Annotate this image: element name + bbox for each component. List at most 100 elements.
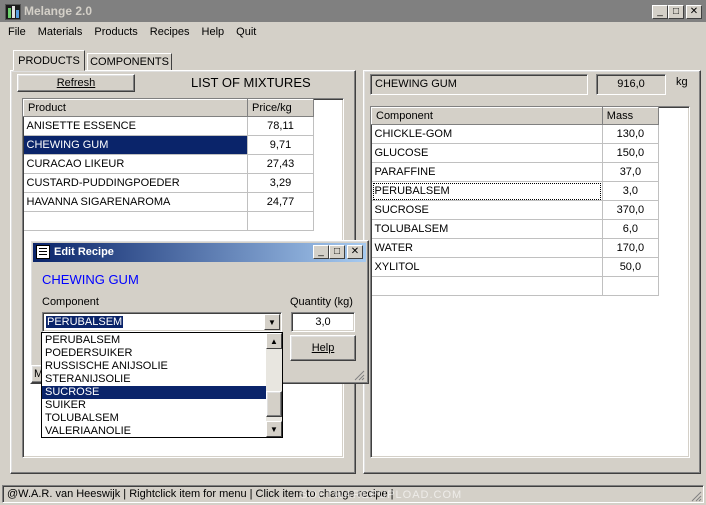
dialog-title-bar: Edit Recipe _ □ ✕ [33, 243, 366, 262]
tab-components[interactable]: COMPONENTS [87, 53, 172, 71]
status-resize-grip-icon[interactable] [690, 490, 702, 502]
table-row[interactable]: WATER 170,0 [371, 238, 660, 258]
window-title: Melange 2.0 [24, 4, 93, 18]
component-name: GLUCOSE [371, 143, 603, 163]
product-name: ANISETTE ESSENCE [23, 116, 248, 136]
table-row[interactable]: TOLUBALSEM 6,0 [371, 219, 660, 239]
table-row[interactable]: GLUCOSE 150,0 [371, 143, 660, 163]
recipe-name: CHEWING GUM [375, 78, 457, 90]
column-header-product[interactable]: Product [23, 99, 248, 117]
menu-quit[interactable]: Quit [236, 26, 256, 38]
resize-grip-icon[interactable] [353, 369, 365, 381]
component-mass: 50,0 [602, 257, 660, 277]
table-row[interactable]: CURACAO LIKEUR 27,43 [23, 154, 314, 174]
menu-materials[interactable]: Materials [38, 26, 83, 38]
component-name: PARAFFINE [371, 162, 603, 182]
product-price: 9,71 [247, 135, 314, 155]
table-row-empty[interactable] [371, 276, 660, 296]
component-mass: 170,0 [602, 238, 660, 258]
dropdown-option[interactable]: PERUBALSEM [42, 334, 266, 347]
refresh-button[interactable]: Refresh [17, 74, 135, 92]
table-row[interactable]: XYLITOL 50,0 [371, 257, 660, 277]
close-icon: ✕ [350, 246, 360, 257]
dialog-product-name: CHEWING GUM [42, 272, 139, 287]
dialog-maximize-button[interactable]: □ [329, 245, 345, 259]
tab-components-label: COMPONENTS [90, 56, 169, 68]
column-header-mass[interactable]: Mass [601, 107, 660, 125]
scroll-up-icon[interactable]: ▲ [266, 333, 282, 349]
dropdown-option[interactable]: POEDERSUIKER [42, 347, 266, 360]
component-mass: 130,0 [602, 124, 660, 144]
product-name: CUSTARD-PUDDINGPOEDER [23, 173, 248, 193]
help-label: Help [311, 342, 335, 354]
component-dropdown-list[interactable]: PERUBALSEM POEDERSUIKER RUSSISCHE ANIJSO… [41, 332, 283, 438]
watermark: SOFTWAREPUPLOAD.COM [300, 489, 463, 501]
column-header-price[interactable]: Price/kg [247, 99, 314, 117]
chevron-down-icon[interactable]: ▼ [264, 314, 280, 330]
menu-recipes[interactable]: Recipes [150, 26, 190, 38]
close-icon: ✕ [689, 6, 699, 17]
table-row[interactable]: CUSTARD-PUDDINGPOEDER 3,29 [23, 173, 314, 193]
tab-products-label: PRODUCTS [18, 54, 80, 67]
component-name: CHICKLE-GOM [371, 124, 603, 144]
tab-products[interactable]: PRODUCTS [13, 50, 85, 71]
dropdown-option[interactable]: VALERIAANOLIE [42, 425, 266, 438]
dropdown-option[interactable]: TOLUBALSEM [42, 412, 266, 425]
component-combobox[interactable]: PERUBALSEM ▼ [42, 312, 282, 332]
menu-products[interactable]: Products [94, 26, 137, 38]
table-row[interactable]: SUCROSE 370,0 [371, 200, 660, 220]
product-price: 27,43 [247, 154, 314, 174]
menu-help[interactable]: Help [202, 26, 225, 38]
dialog-minimize-button[interactable]: _ [313, 245, 329, 259]
app-icon [5, 4, 21, 20]
table-row[interactable]: HAVANNA SIGARENAROMA 24,77 [23, 192, 314, 212]
scroll-thumb[interactable] [266, 391, 282, 417]
menu-file[interactable]: File [8, 26, 26, 38]
dropdown-option-selected[interactable]: SUCROSE [42, 386, 266, 399]
recipe-unit: kg [676, 76, 688, 88]
maximize-icon: □ [672, 6, 680, 17]
dropdown-scrollbar[interactable]: ▲ ▼ [266, 333, 282, 437]
minimize-button[interactable]: _ [652, 5, 668, 19]
quantity-input[interactable]: 3,0 [291, 312, 355, 332]
recipe-name-field: CHEWING GUM [370, 74, 588, 95]
dialog-title: Edit Recipe [54, 246, 114, 258]
product-price: 24,77 [247, 192, 314, 212]
component-combobox-value: PERUBALSEM [46, 316, 124, 328]
dropdown-option[interactable]: SUIKER [42, 399, 266, 412]
component-mass: 6,0 [602, 219, 660, 239]
component-label: Component [42, 296, 99, 308]
component-mass: 3,0 [602, 181, 660, 201]
recipe-total: 916,0 [617, 78, 645, 90]
title-bar: Melange 2.0 _ □ ✕ [0, 0, 706, 22]
product-name: HAVANNA SIGARENAROMA [23, 192, 248, 212]
table-row[interactable]: CHICKLE-GOM 130,0 [371, 124, 660, 144]
recipe-total-field: 916,0 [596, 74, 666, 95]
dropdown-option[interactable]: STERANIJSOLIE [42, 373, 266, 386]
table-row[interactable]: ANISETTE ESSENCE 78,11 [23, 116, 314, 136]
component-name: XYLITOL [371, 257, 603, 277]
maximize-button[interactable]: □ [668, 5, 684, 19]
table-row[interactable]: PARAFFINE 37,0 [371, 162, 660, 182]
product-name: CHEWING GUM [23, 135, 248, 155]
dialog-app-icon [36, 245, 50, 259]
quantity-label: Quantity (kg) [290, 296, 353, 308]
close-button[interactable]: ✕ [686, 5, 702, 19]
quantity-value: 3,0 [315, 316, 331, 328]
component-name: WATER [371, 238, 603, 258]
table-row-focused[interactable]: PERUBALSEM 3,0 [371, 181, 660, 201]
product-name: CURACAO LIKEUR [23, 154, 248, 174]
scroll-down-icon[interactable]: ▼ [266, 421, 282, 437]
table-row[interactable]: CHEWING GUM 9,71 [23, 135, 314, 155]
component-name: PERUBALSEM [371, 181, 603, 201]
table-row-empty[interactable] [23, 211, 314, 231]
help-button[interactable]: Help [290, 335, 356, 361]
component-mass: 150,0 [602, 143, 660, 163]
component-name: SUCROSE [371, 200, 603, 220]
dialog-close-button[interactable]: ✕ [347, 245, 363, 259]
component-name: TOLUBALSEM [371, 219, 603, 239]
column-header-component[interactable]: Component [371, 107, 603, 125]
recipe-grid: Component Mass CHICKLE-GOM 130,0 GLUCOSE 1… [370, 106, 690, 458]
dropdown-option[interactable]: RUSSISCHE ANIJSOLIE [42, 360, 266, 373]
minimize-icon: _ [318, 246, 324, 257]
